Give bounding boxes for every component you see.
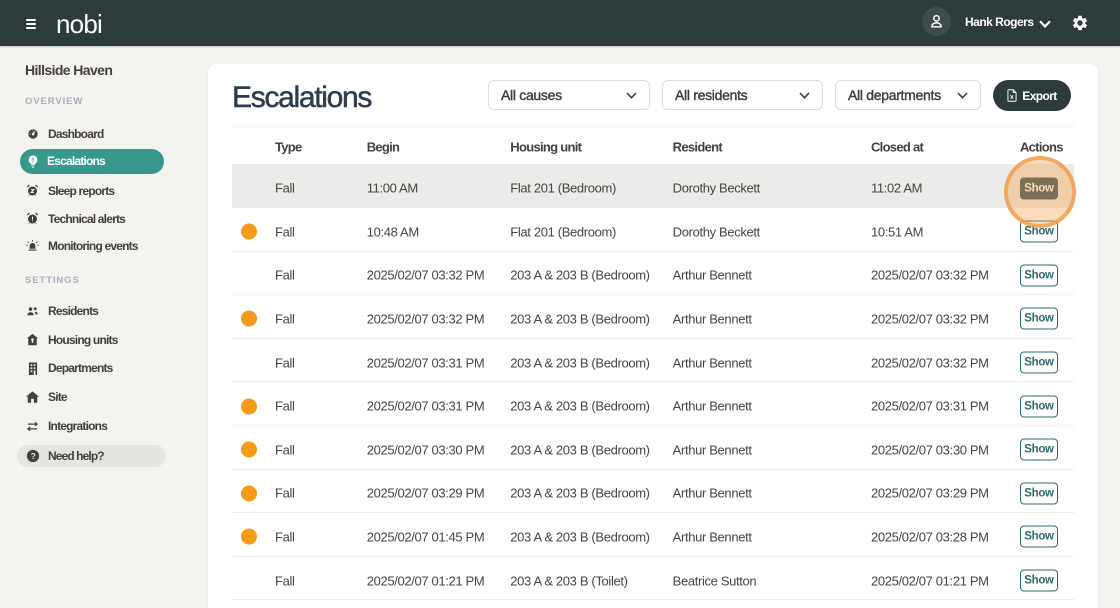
svg-text:?: ? xyxy=(31,451,36,460)
